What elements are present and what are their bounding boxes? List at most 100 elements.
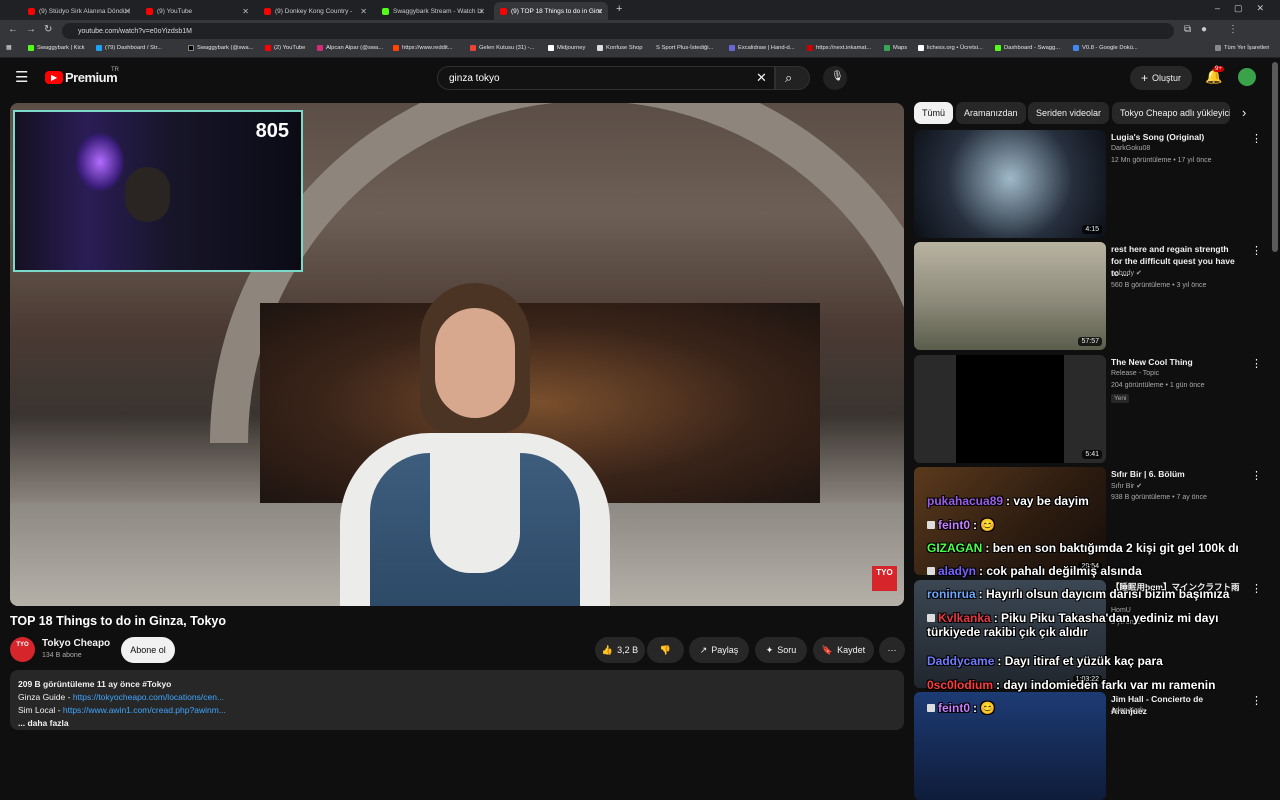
bookmark-label: (79) Dashboard / Str... (105, 45, 163, 51)
video-thumbnail[interactable]: 5:41 (914, 355, 1106, 463)
hamburger-menu-icon[interactable]: ☰ (15, 68, 28, 86)
clear-search-icon[interactable]: ✕ (756, 70, 767, 86)
bookmark-item[interactable]: (2) YouTube (265, 45, 305, 51)
back-icon[interactable]: ← (8, 24, 18, 35)
chat-text: vay be dayim (1013, 494, 1089, 508)
chip-from-search[interactable]: Aramanızdan (956, 102, 1026, 124)
bookmark-item[interactable]: Gelen Kutusu (31) -... (470, 45, 534, 51)
more-vertical-icon[interactable]: ⋮ (1251, 357, 1262, 370)
close-tab-icon[interactable]: ✕ (478, 7, 485, 16)
bookmark-label: Maps (893, 45, 908, 51)
video-thumbnail[interactable]: 57:57 (914, 242, 1106, 350)
voice-search-button[interactable]: 🎙 (823, 66, 847, 90)
apps-icon[interactable]: ▦ (6, 45, 11, 51)
window-controls[interactable]: –▢✕ (1215, 3, 1278, 14)
chat-message: GIZAGAN: ben en son baktığımda 2 kişi gi… (927, 541, 1239, 555)
extensions-icon[interactable]: ⧉ (1184, 24, 1191, 35)
all-bookmarks[interactable]: Tüm Yer İşaretleri (1215, 45, 1269, 51)
search-button[interactable]: ⌕ (775, 66, 810, 90)
chip-series[interactable]: Seriden videolar (1028, 102, 1110, 124)
close-tab-icon[interactable]: ✕ (596, 7, 603, 16)
close-tab-icon[interactable]: ✕ (124, 7, 131, 16)
bookmark-item[interactable]: https://www.reddit... (393, 45, 453, 51)
create-button[interactable]: + Oluştur (1130, 66, 1192, 90)
bookmark-item[interactable]: https://next.inkamat... (807, 45, 871, 51)
chat-message: roninrua: Hayırlı olsun dayıcım darısı b… (927, 587, 1230, 601)
bookmark-item[interactable]: Swaggybark (@swa... (188, 45, 253, 51)
bookmark-item[interactable]: Maps (884, 45, 907, 51)
show-more-link[interactable]: ... daha fazla (18, 717, 896, 730)
page-scrollbar[interactable] (1272, 62, 1278, 252)
new-tab-icon[interactable]: + (616, 3, 622, 15)
desc-label: Sim Local - (18, 705, 63, 715)
bookmark-item[interactable]: (79) Dashboard / Str... (96, 45, 162, 51)
bookmark-item[interactable]: V0.8 - Google Dokü... (1073, 45, 1138, 51)
bookmark-item[interactable]: Konfuse Shop (597, 45, 642, 51)
close-tab-icon[interactable]: ✕ (242, 7, 249, 16)
chat-username: Kvlkanka (938, 611, 991, 625)
browser-tab-active[interactable]: (9) TOP 18 Things to do in Ginz ✕ (494, 2, 608, 20)
rec-channel[interactable]: nobody ✔ (1111, 269, 1142, 277)
more-vertical-icon[interactable]: ⋮ (1251, 469, 1262, 482)
profile-icon[interactable]: ● (1201, 24, 1207, 35)
bookmark-label: Swaggybark | Kick (37, 45, 85, 51)
share-button[interactable]: ↗ Paylaş (689, 637, 749, 663)
chevron-right-icon[interactable]: › (1242, 105, 1246, 120)
channel-name[interactable]: Tokyo Cheapo (42, 638, 110, 649)
description-link[interactable]: https://www.awin1.com/cread.php?awinm... (63, 705, 226, 715)
bookmark-item[interactable]: Dashboard - Swagg... (995, 45, 1060, 51)
youtube-logo-icon[interactable]: ▶ (45, 71, 63, 84)
chip-uploader[interactable]: Tokyo Cheapo adlı yükleyici (1112, 102, 1230, 124)
bookmark-item[interactable]: Excalidraw | Hand-d... (729, 45, 795, 51)
bookmark-item[interactable]: S Sport Plus-İstediği... (656, 45, 713, 51)
forward-icon[interactable]: → (26, 24, 36, 35)
description-box[interactable]: 209 B görüntüleme 11 ay önce #Tokyo Ginz… (10, 670, 904, 730)
bookmark-item[interactable]: Midjourney (548, 45, 585, 51)
ask-button[interactable]: ✦ Soru (755, 637, 807, 663)
stream-chat-overlay: pukahacua89: vay be dayim feint0: 😊 GIZA… (927, 490, 1272, 720)
rec-meta: 560 B görüntüleme • 3 yıl önce (1111, 282, 1207, 289)
badge-icon (927, 567, 935, 575)
more-actions-button[interactable]: ⋯ (879, 637, 905, 663)
chip-all[interactable]: Tümü (914, 102, 954, 124)
rec-title[interactable]: Lugia's Song (Original) (1111, 131, 1241, 143)
browser-tab[interactable]: (9) YouTube ✕ (140, 2, 254, 20)
rec-title[interactable]: Sıfır Bir | 6. Bölüm (1111, 468, 1241, 480)
video-thumbnail[interactable]: 4:15 (914, 130, 1106, 238)
channel-watermark[interactable]: TYO (872, 566, 897, 591)
region-code: TR (111, 67, 119, 73)
thumbs-down-icon: 👎 (659, 644, 672, 655)
dislike-button[interactable]: 👎 (647, 637, 684, 663)
verified-icon: ✔ (1135, 270, 1142, 277)
share-label: Paylaş (711, 645, 739, 655)
search-input[interactable]: ginza tokyo (437, 66, 775, 90)
reload-icon[interactable]: ↻ (44, 24, 52, 35)
logo-text[interactable]: Premium (65, 70, 118, 85)
browser-tab[interactable]: (9) Donkey Kong Country - ✕ (258, 2, 372, 20)
more-vertical-icon[interactable]: ⋮ (1251, 244, 1262, 257)
recommended-video[interactable]: 4:15 Lugia's Song (Original) DarkGoku08 … (914, 130, 1270, 238)
channel-avatar[interactable]: TYO (10, 637, 35, 662)
bookmark-item[interactable]: lichess.org • Ücretsi... (918, 45, 983, 51)
rec-channel[interactable]: Sıfır Bir ✔ (1111, 482, 1142, 490)
duration-badge: 4:15 (1082, 225, 1102, 234)
more-vertical-icon[interactable]: ⋮ (1251, 132, 1262, 145)
browser-tab[interactable]: Swaggybark Stream - Watch Li ✕ (376, 2, 490, 20)
recommended-video[interactable]: 5:41 The New Cool Thing Release - Topic … (914, 355, 1270, 463)
rec-channel[interactable]: Release - Topic (1111, 370, 1159, 377)
browser-tab[interactable]: (9) Stüdyo Sirk Alanına Döndü ! ✕ (22, 2, 136, 20)
rec-channel[interactable]: DarkGoku08 (1111, 145, 1150, 152)
account-avatar[interactable] (1238, 68, 1256, 86)
subscribe-button[interactable]: Abone ol (121, 637, 175, 663)
like-button[interactable]: 👍 3,2 B (595, 637, 645, 663)
save-button[interactable]: 🔖 Kaydet (813, 637, 874, 663)
menu-icon[interactable]: ⋮ (1228, 24, 1238, 35)
rec-title[interactable]: The New Cool Thing (1111, 356, 1241, 368)
chat-username: Daddycame (927, 654, 995, 668)
url-bar[interactable]: youtube.com/watch?v=e0oYizdsb1M (62, 23, 1174, 39)
bookmark-item[interactable]: Alpcan Alpar (@swa... (317, 45, 383, 51)
bookmark-item[interactable]: Swaggybark | Kick (28, 45, 85, 51)
close-tab-icon[interactable]: ✕ (360, 7, 367, 16)
description-link[interactable]: https://tokyocheapo.com/locations/cen... (73, 692, 224, 702)
recommended-video[interactable]: 57:57 rest here and regain strength for … (914, 242, 1270, 350)
